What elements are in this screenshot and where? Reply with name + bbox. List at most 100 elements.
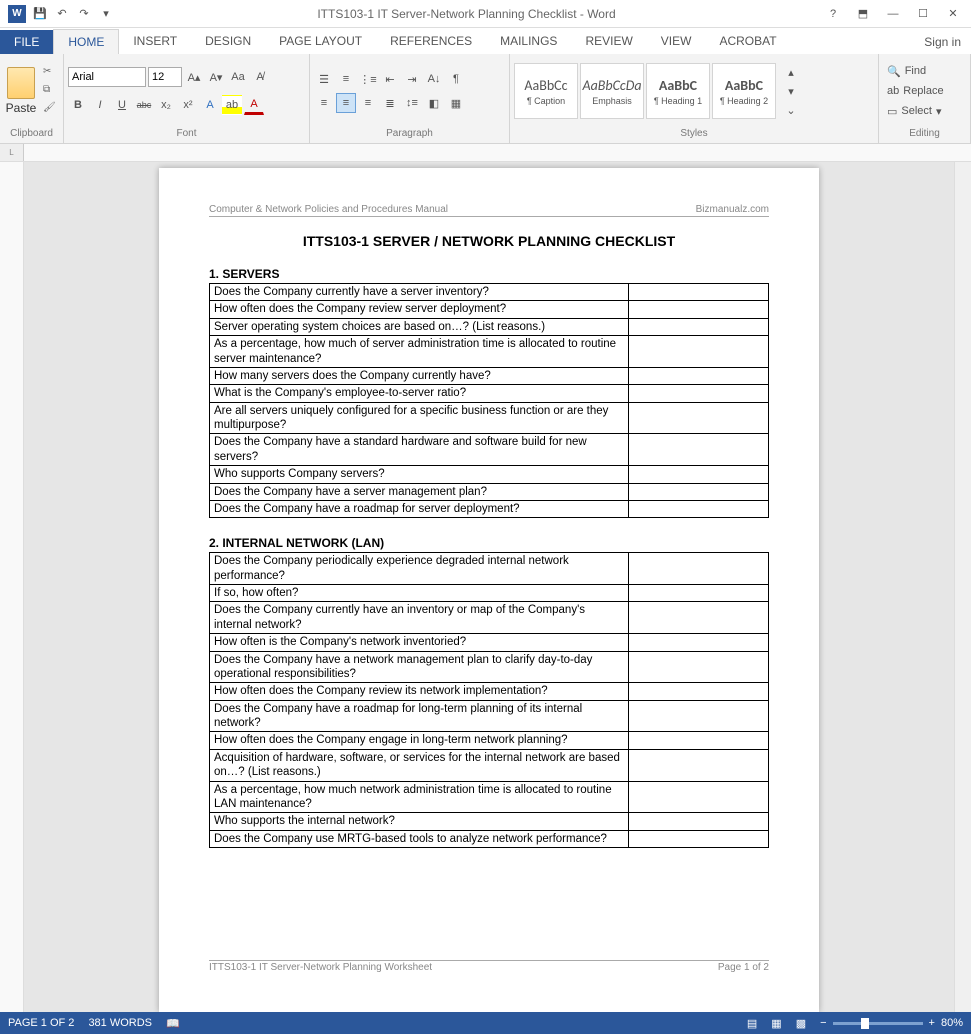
underline-button[interactable]: U <box>112 95 132 115</box>
ruler-horizontal[interactable]: L <box>0 144 971 162</box>
style--caption[interactable]: AaBbCc¶ Caption <box>514 63 578 119</box>
change-case-icon[interactable]: Aa <box>228 67 248 87</box>
borders-icon[interactable]: ▦ <box>446 93 466 113</box>
styles-gallery[interactable]: AaBbCc¶ CaptionAaBbCcDaEmphasisAaBbC¶ He… <box>514 60 776 122</box>
status-proofing-icon[interactable]: 📖 <box>166 1017 180 1030</box>
checklist-answer[interactable] <box>629 602 769 634</box>
tab-review[interactable]: REVIEW <box>571 29 646 54</box>
checklist-answer[interactable] <box>629 830 769 847</box>
tab-file[interactable]: FILE <box>0 30 53 54</box>
zoom-slider[interactable] <box>833 1022 923 1025</box>
shading-icon[interactable]: ◧ <box>424 93 444 113</box>
save-icon[interactable]: 💾 <box>32 6 48 22</box>
checklist-answer[interactable] <box>629 402 769 434</box>
tab-mailings[interactable]: MAILINGS <box>486 29 571 54</box>
tab-insert[interactable]: INSERT <box>119 29 191 54</box>
style-emphasis[interactable]: AaBbCcDaEmphasis <box>580 63 644 119</box>
document-canvas[interactable]: Computer & Network Policies and Procedur… <box>24 162 954 1012</box>
checklist-answer[interactable] <box>629 700 769 732</box>
close-button[interactable]: ✕ <box>939 4 967 24</box>
checklist-answer[interactable] <box>629 781 769 813</box>
redo-icon[interactable]: ↷ <box>76 6 92 22</box>
align-left-icon[interactable]: ≡ <box>314 93 334 113</box>
checklist-answer[interactable] <box>629 553 769 585</box>
cut-icon[interactable]: ✂ <box>43 66 59 80</box>
font-color-icon[interactable]: A <box>244 95 264 115</box>
minimize-button[interactable]: — <box>879 4 907 24</box>
font-size-select[interactable] <box>148 67 182 87</box>
checklist-answer[interactable] <box>629 813 769 830</box>
status-page[interactable]: PAGE 1 OF 2 <box>8 1017 74 1029</box>
status-words[interactable]: 381 WORDS <box>88 1017 152 1029</box>
ruler-vertical[interactable] <box>0 162 24 1012</box>
checklist-answer[interactable] <box>629 385 769 402</box>
maximize-button[interactable]: ☐ <box>909 4 937 24</box>
checklist-answer[interactable] <box>629 683 769 700</box>
highlight-icon[interactable]: ab <box>222 95 242 115</box>
styles-expand-icon[interactable]: ⌄ <box>781 101 801 119</box>
checklist-answer[interactable] <box>629 284 769 301</box>
select-button[interactable]: ▭Select ▾ <box>887 102 944 120</box>
scrollbar-vertical[interactable] <box>954 162 971 1012</box>
show-marks-icon[interactable]: ¶ <box>446 69 466 89</box>
checklist-answer[interactable] <box>629 434 769 466</box>
zoom-value[interactable]: 80% <box>941 1017 963 1029</box>
copy-icon[interactable]: ⧉ <box>43 84 59 98</box>
checklist-answer[interactable] <box>629 483 769 500</box>
sign-in-link[interactable]: Sign in <box>914 30 971 54</box>
line-spacing-icon[interactable]: ↕≡ <box>402 93 422 113</box>
checklist-answer[interactable] <box>629 318 769 335</box>
text-effects-icon[interactable]: A <box>200 95 220 115</box>
checklist-answer[interactable] <box>629 634 769 651</box>
styles-scroll-down-icon[interactable]: ▾ <box>781 82 801 100</box>
zoom-control[interactable]: − + 80% <box>820 1017 963 1029</box>
subscript-button[interactable]: x₂ <box>156 95 176 115</box>
decrease-indent-icon[interactable]: ⇤ <box>380 69 400 89</box>
tab-references[interactable]: REFERENCES <box>376 29 486 54</box>
undo-icon[interactable]: ↶ <box>54 6 70 22</box>
checklist-answer[interactable] <box>629 500 769 517</box>
checklist-answer[interactable] <box>629 336 769 368</box>
view-print-icon[interactable]: ▦ <box>771 1017 781 1030</box>
checklist-answer[interactable] <box>629 651 769 683</box>
style--heading-1[interactable]: AaBbC¶ Heading 1 <box>646 63 710 119</box>
format-painter-icon[interactable]: 🖌 <box>43 102 59 116</box>
tab-design[interactable]: DESIGN <box>191 29 265 54</box>
shrink-font-icon[interactable]: A▾ <box>206 67 226 87</box>
qat-customize-icon[interactable]: ▾ <box>98 6 114 22</box>
zoom-out-icon[interactable]: − <box>820 1017 826 1029</box>
superscript-button[interactable]: x² <box>178 95 198 115</box>
page[interactable]: Computer & Network Policies and Procedur… <box>159 168 819 1012</box>
clear-format-icon[interactable]: A̸ <box>250 67 270 87</box>
view-read-icon[interactable]: ▤ <box>747 1017 757 1030</box>
help-icon[interactable]: ? <box>819 4 847 24</box>
tab-home[interactable]: HOME <box>53 29 119 54</box>
ribbon-display-icon[interactable]: ⬒ <box>849 4 877 24</box>
replace-button[interactable]: abReplace <box>887 82 944 100</box>
tab-acrobat[interactable]: ACROBAT <box>705 29 790 54</box>
view-web-icon[interactable]: ▩ <box>796 1017 806 1030</box>
bullets-icon[interactable]: ☰ <box>314 69 334 89</box>
tab-view[interactable]: VIEW <box>647 29 706 54</box>
italic-button[interactable]: I <box>90 95 110 115</box>
checklist-answer[interactable] <box>629 301 769 318</box>
checklist-answer[interactable] <box>629 749 769 781</box>
grow-font-icon[interactable]: A▴ <box>184 67 204 87</box>
style--heading-2[interactable]: AaBbC¶ Heading 2 <box>712 63 776 119</box>
numbering-icon[interactable]: ≡ <box>336 69 356 89</box>
align-center-icon[interactable]: ≡ <box>336 93 356 113</box>
sort-icon[interactable]: A↓ <box>424 69 444 89</box>
checklist-answer[interactable] <box>629 367 769 384</box>
font-name-select[interactable] <box>68 67 146 87</box>
align-right-icon[interactable]: ≡ <box>358 93 378 113</box>
find-button[interactable]: 🔍Find <box>887 62 944 80</box>
justify-icon[interactable]: ≣ <box>380 93 400 113</box>
strikethrough-button[interactable]: abc <box>134 95 154 115</box>
increase-indent-icon[interactable]: ⇥ <box>402 69 422 89</box>
checklist-answer[interactable] <box>629 585 769 602</box>
checklist-answer[interactable] <box>629 732 769 749</box>
zoom-in-icon[interactable]: + <box>929 1017 935 1029</box>
paste-button[interactable]: Paste <box>4 67 38 115</box>
multilevel-icon[interactable]: ⋮≡ <box>358 69 378 89</box>
bold-button[interactable]: B <box>68 95 88 115</box>
